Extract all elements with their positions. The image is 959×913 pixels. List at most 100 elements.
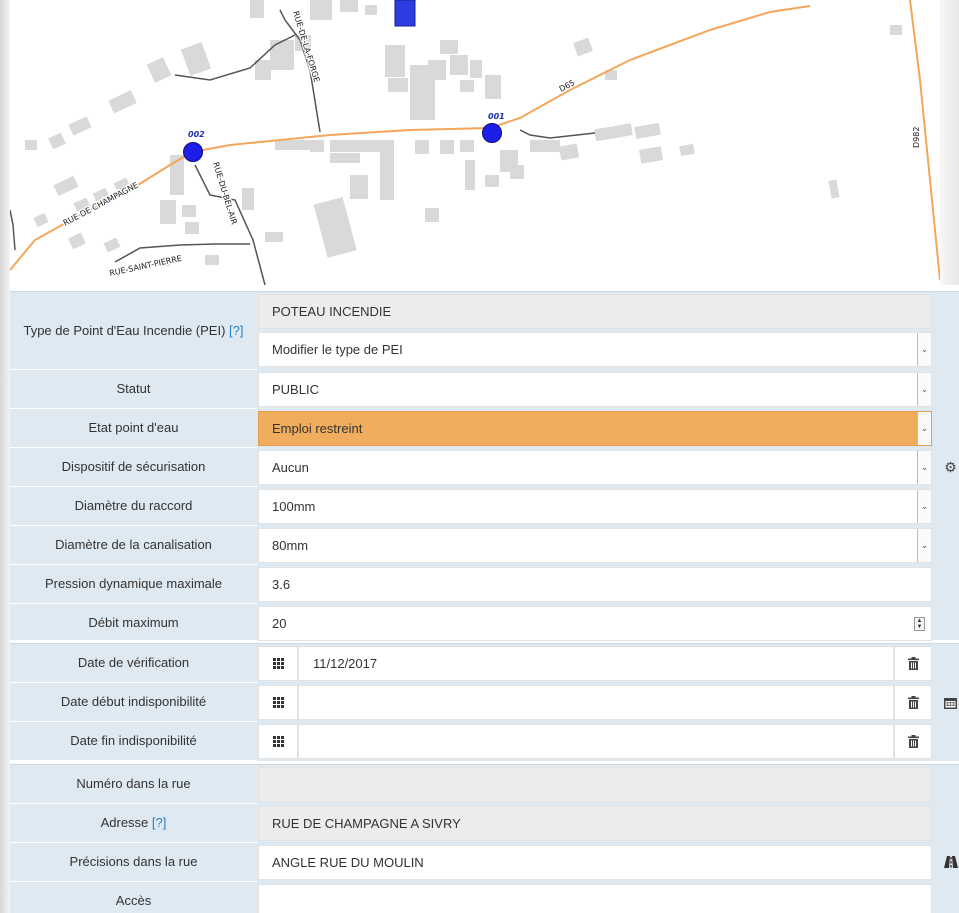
- pression-value: 3.6: [272, 577, 291, 592]
- row-numero: Numéro dans la rue: [10, 765, 932, 804]
- calendar-picker-button[interactable]: [258, 646, 298, 681]
- clear-date-button[interactable]: [894, 724, 932, 759]
- type-pei-readonly: POTEAU INCENDIE: [258, 294, 932, 329]
- row-etat: Etat point d'eau Emploi restreint ⌄: [10, 409, 932, 448]
- dates-section: Date de vérification 11/12/2017 Date déb…: [10, 643, 959, 761]
- verification-date-input[interactable]: 11/12/2017: [298, 646, 894, 681]
- type-pei-select-value: Modifier le type de PEI: [272, 342, 403, 357]
- street-label-saint-pierre: RUE-SAINT-PIERRE: [109, 254, 183, 278]
- etat-select[interactable]: Emploi restreint ⌄: [258, 411, 932, 446]
- type-pei-label-text: Type de Point d'Eau Incendie (PEI): [23, 322, 226, 338]
- trash-icon: [907, 696, 919, 709]
- row-verification: Date de vérification 11/12/2017: [10, 644, 932, 683]
- securisation-select[interactable]: Aucun ⌄: [258, 450, 932, 485]
- row-acces: Accès: [10, 882, 932, 913]
- numero-label: Numéro dans la rue: [10, 765, 257, 804]
- adresse-label: Adresse [?]: [10, 804, 257, 843]
- buildings: [25, 0, 902, 266]
- row-fin-indispo: Date fin indisponibilité: [10, 722, 932, 761]
- fin-indispo-date-input[interactable]: [298, 724, 894, 759]
- debut-indispo-date-input[interactable]: [298, 685, 894, 720]
- raccord-select[interactable]: 100mm ⌄: [258, 489, 932, 524]
- type-pei-select[interactable]: Modifier le type de PEI ⌄: [258, 332, 932, 367]
- water-point-002[interactable]: [183, 142, 203, 162]
- debit-input[interactable]: 20 ▲ ▼: [258, 606, 932, 641]
- type-pei-value: POTEAU INCENDIE: [272, 304, 392, 319]
- calendar-picker-button[interactable]: [258, 724, 298, 759]
- canalisation-value: 80mm: [272, 538, 309, 553]
- trash-icon: [907, 657, 919, 670]
- adresse-value: RUE DE CHAMPAGNE A SIVRY: [272, 816, 461, 831]
- row-statut: Statut PUBLIC ⌄: [10, 370, 932, 409]
- row-precisions: Précisions dans la rue ANGLE RUE DU MOUL…: [10, 843, 932, 882]
- road-label-d982: D982: [912, 127, 921, 148]
- type-pei-label: Type de Point d'Eau Incendie (PEI) [?]: [10, 292, 257, 370]
- adresse-help-link[interactable]: [?]: [152, 815, 166, 830]
- spinner-icon[interactable]: ▲ ▼: [914, 617, 925, 631]
- statut-label: Statut: [10, 370, 257, 409]
- water-point-002-label: 002: [188, 130, 205, 139]
- precisions-input[interactable]: ANGLE RUE DU MOULIN: [258, 845, 932, 880]
- type-pei-help-link[interactable]: [?]: [229, 323, 243, 338]
- statut-select[interactable]: PUBLIC ⌄: [258, 372, 932, 407]
- chevron-down-icon[interactable]: ⌄: [917, 529, 931, 562]
- precisions-label: Précisions dans la rue: [10, 843, 257, 882]
- debit-label: Débit maximum: [10, 604, 257, 643]
- map-view[interactable]: RUE DE CHAMPAGNE RUE-DE-LA-FORGE RUE-DU-…: [10, 0, 940, 285]
- chevron-down-icon[interactable]: ⌄: [917, 490, 931, 523]
- chevron-down-icon[interactable]: ⌄: [917, 373, 931, 406]
- row-canalisation: Diamètre de la canalisation 80mm ⌄: [10, 526, 932, 565]
- street-label-bel-air: RUE-DU-BEL-AIR: [211, 161, 239, 226]
- gear-icon: ⚙: [944, 458, 957, 475]
- address-section: Numéro dans la rue Adresse [?] RUE DE CH…: [10, 764, 959, 913]
- row-securisation: Dispositif de sécurisation Aucun ⌄: [10, 448, 932, 487]
- securisation-value: Aucun: [272, 460, 309, 475]
- etat-label: Etat point d'eau: [10, 409, 257, 448]
- chevron-down-icon[interactable]: ⌄: [917, 451, 931, 484]
- water-point-001[interactable]: [482, 123, 502, 143]
- map-canvas[interactable]: RUE DE CHAMPAGNE RUE-DE-LA-FORGE RUE-DU-…: [10, 0, 940, 285]
- numero-input: [258, 767, 932, 802]
- pression-label: Pression dynamique maximale: [10, 565, 257, 604]
- calendar-picker-button[interactable]: [258, 685, 298, 720]
- clear-date-button[interactable]: [894, 685, 932, 720]
- window-shadow-left: [0, 0, 10, 913]
- statut-value: PUBLIC: [272, 382, 319, 397]
- selected-marker[interactable]: [394, 0, 416, 27]
- precisions-value: ANGLE RUE DU MOULIN: [272, 855, 424, 870]
- chevron-down-icon[interactable]: ⌄: [917, 333, 931, 366]
- debut-indispo-label: Date début indisponibilité: [10, 683, 257, 722]
- water-point-001-label: 001: [488, 112, 505, 121]
- debit-value: 20: [272, 616, 287, 631]
- adresse-input: RUE DE CHAMPAGNE A SIVRY: [258, 806, 932, 841]
- calendar-grid-icon: [272, 736, 284, 747]
- calendar-icon: [942, 688, 959, 718]
- main-roads: [10, 0, 940, 281]
- securisation-label: Dispositif de sécurisation: [10, 448, 257, 487]
- row-type-pei: Type de Point d'Eau Incendie (PEI) [?] P…: [10, 292, 932, 370]
- verification-date-value: 11/12/2017: [313, 656, 378, 671]
- acces-input[interactable]: [258, 884, 932, 913]
- row-raccord: Diamètre du raccord 100mm ⌄: [10, 487, 932, 526]
- characteristics-section: Type de Point d'Eau Incendie (PEI) [?] P…: [10, 291, 959, 643]
- road-icon: [942, 847, 959, 877]
- row-adresse: Adresse [?] RUE DE CHAMPAGNE A SIVRY: [10, 804, 932, 843]
- adresse-label-text: Adresse: [100, 815, 149, 830]
- row-pression: Pression dynamique maximale 3.6: [10, 565, 932, 604]
- canalisation-select[interactable]: 80mm ⌄: [258, 528, 932, 563]
- raccord-label: Diamètre du raccord: [10, 487, 257, 526]
- fin-indispo-label: Date fin indisponibilité: [10, 722, 257, 761]
- canalisation-label: Diamètre de la canalisation: [10, 526, 257, 565]
- etat-value: Emploi restreint: [272, 421, 363, 436]
- chevron-down-icon[interactable]: ⌄: [917, 412, 931, 445]
- row-debit: Débit maximum 20 ▲ ▼: [10, 604, 932, 643]
- raccord-value: 100mm: [272, 499, 316, 514]
- calendar-grid-icon: [272, 658, 284, 669]
- pression-input[interactable]: 3.6: [258, 567, 932, 602]
- row-debut-indispo: Date début indisponibilité: [10, 683, 932, 722]
- acces-label: Accès: [10, 882, 257, 913]
- calendar-grid-icon: [272, 697, 284, 708]
- window-shadow-right: [940, 0, 959, 285]
- trash-icon: [907, 735, 919, 748]
- clear-date-button[interactable]: [894, 646, 932, 681]
